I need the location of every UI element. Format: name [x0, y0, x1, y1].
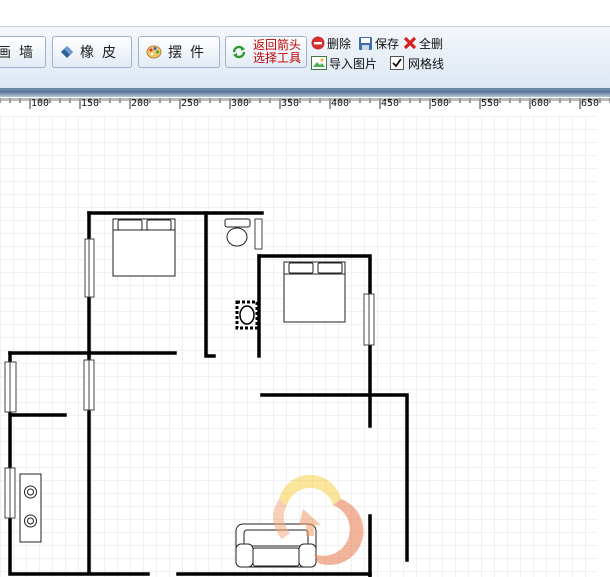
gridlines-toggle[interactable]: 网格线 [390, 55, 444, 71]
toolbar: 画墙 橡皮 摆件 返回箭头 选择工具 删除 保存 全删 导入图片 网格线 [0, 0, 610, 89]
floppy-disk-icon [359, 36, 372, 50]
ruler-label: 300 [231, 98, 250, 109]
image-icon [311, 56, 327, 70]
bed-icon[interactable] [112, 218, 176, 277]
ruler-label: 350 [281, 98, 300, 109]
save-button[interactable]: 保存 [358, 35, 399, 51]
sofa-icon[interactable] [235, 523, 317, 568]
floor-plan-canvas[interactable] [0, 116, 610, 577]
ruler-label: 450 [381, 98, 400, 109]
ruler-label: 400 [331, 98, 350, 109]
checkbox-checked-icon[interactable] [390, 56, 404, 70]
ruler-label: 550 [481, 98, 500, 109]
delete-all-button[interactable]: 全删 [403, 35, 443, 51]
grid-background [0, 116, 610, 577]
ruler-label: 650 [581, 98, 600, 109]
ruler-label: 500 [431, 98, 450, 109]
refresh-arrow-icon [232, 45, 246, 59]
import-image-label: 导入图片 [329, 56, 378, 71]
import-image-button[interactable]: 导入图片 [311, 55, 377, 71]
ruler-label: 100 [31, 98, 50, 109]
eraser-button[interactable]: 橡皮 [52, 36, 132, 68]
gridlines-label: 网格线 [408, 56, 445, 71]
select-tool-button[interactable]: 返回箭头 选择工具 [225, 36, 307, 68]
select-tool-label: 返回箭头 选择工具 [252, 38, 301, 65]
window [254, 218, 263, 250]
eraser-label: 橡皮 [80, 45, 124, 61]
ruler-label: 200 [131, 98, 150, 109]
delete-label: 删除 [327, 36, 352, 51]
furniture-button[interactable]: 摆件 [138, 36, 220, 68]
ruler-label: 600 [531, 98, 550, 109]
draw-wall-label: 画墙 [0, 45, 41, 61]
horizontal-ruler: 100 150 200 250 300 350 400 450 500 550 600 650 [0, 88, 610, 116]
save-label: 保存 [375, 36, 400, 51]
bed-icon[interactable] [283, 261, 346, 323]
furniture-label: 摆件 [168, 45, 212, 61]
close-x-icon [403, 36, 417, 50]
delete-button[interactable]: 删除 [311, 35, 351, 51]
palette-icon [146, 45, 162, 59]
scrollbar[interactable] [597, 116, 610, 577]
delete-icon [311, 36, 325, 50]
sink-icon[interactable] [235, 300, 259, 330]
stove-icon[interactable] [19, 473, 42, 543]
eraser-icon [61, 46, 73, 58]
delete-all-label: 全删 [419, 36, 444, 51]
draw-wall-button[interactable]: 画墙 [0, 36, 46, 68]
ruler-label: 150 [81, 98, 100, 109]
ruler-label: 250 [181, 98, 200, 109]
